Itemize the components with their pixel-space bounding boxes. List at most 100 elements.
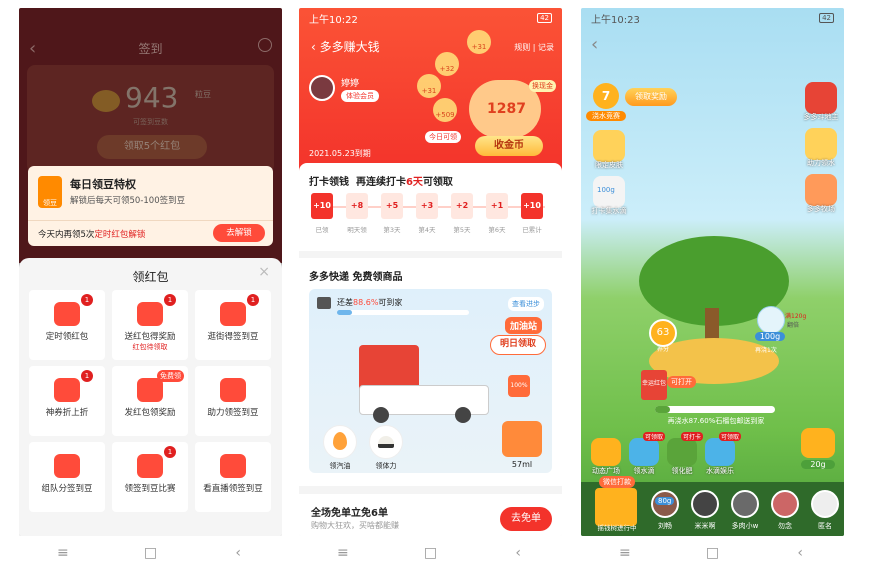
friend-water-amount: 80g bbox=[655, 497, 675, 505]
checkin-day[interactable]: +2 bbox=[451, 193, 473, 219]
nutrient-score[interactable]: 63 bbox=[649, 319, 677, 347]
kettle-amount: 20g bbox=[801, 460, 835, 469]
screen-earn-money: 上午10:22 42 ‹ 多多赚大钱 规则 | 记录 婷婷 体验会员 2021.… bbox=[299, 8, 562, 536]
back-arrow-icon[interactable]: ‹ bbox=[591, 34, 598, 55]
item-label: 神券折上折 bbox=[45, 408, 89, 418]
back-arrow-icon[interactable]: ‹ bbox=[311, 40, 320, 54]
redpacket-item[interactable]: 组队分签到豆 bbox=[29, 442, 105, 512]
checkin-day[interactable]: +10 bbox=[521, 193, 543, 219]
tree-water-sub: 再浇1次 bbox=[755, 347, 777, 354]
ranch-icon[interactable] bbox=[805, 174, 837, 206]
rice-ball-icon[interactable] bbox=[369, 425, 403, 459]
menu-icon[interactable]: ≡ bbox=[53, 545, 73, 561]
unlock-button[interactable]: 去解锁 bbox=[213, 224, 265, 242]
back-icon[interactable]: ‹ bbox=[228, 545, 248, 561]
collect-coins-button[interactable]: 收金币 bbox=[475, 136, 543, 156]
swap-cash-link[interactable]: 换现金 bbox=[529, 80, 556, 92]
home-icon[interactable]: □ bbox=[702, 545, 722, 561]
friend-avatar[interactable] bbox=[691, 490, 719, 518]
count-badge: 1 bbox=[164, 294, 176, 306]
close-icon[interactable]: × bbox=[258, 264, 270, 280]
fuel-label: 领汽油 bbox=[329, 462, 351, 470]
free-tag: 免费领 bbox=[157, 370, 184, 382]
checkin-day[interactable]: +8 bbox=[346, 193, 368, 219]
avatar[interactable] bbox=[309, 75, 335, 101]
trophy-icon bbox=[54, 454, 80, 478]
water-bubble-icon[interactable] bbox=[757, 306, 785, 334]
redpacket-item[interactable]: 神券折上折 1 bbox=[29, 366, 105, 436]
privilege-desc: 解锁后每天可领50-100签到豆 bbox=[70, 196, 186, 206]
bottom-action-icon[interactable] bbox=[591, 438, 621, 466]
checkin-water-label: 打卡集水滴 bbox=[591, 207, 627, 215]
lucky-redbag-icon[interactable]: 幸运红包 bbox=[641, 370, 667, 400]
coin-bubble[interactable]: +32 bbox=[435, 52, 459, 76]
coin-bubble[interactable]: +31 bbox=[417, 74, 441, 98]
redpacket-item[interactable]: 看直播领签到豆 bbox=[195, 442, 271, 512]
redpacket-item[interactable]: 定时领红包 1 bbox=[29, 290, 105, 360]
checkin-section: 打卡领钱 再连续打卡6天可领取 +10 已领 +8 明天领 +5 第3天 +3 第4天 +2 第5… bbox=[299, 163, 562, 251]
nav-bar-3: ≡ □ ‹ bbox=[581, 538, 844, 568]
friend-avatar[interactable] bbox=[771, 490, 799, 518]
screen-signin: ‹ 签到 943 粒豆 可签到豆数 领取5个红包 领豆 每日领豆特权 解锁后每天… bbox=[19, 8, 282, 536]
checkin-day[interactable]: +5 bbox=[381, 193, 403, 219]
battery-icon: 42 bbox=[537, 13, 552, 23]
redpacket-item[interactable]: 助力领签到豆 bbox=[195, 366, 271, 436]
friend-avatar[interactable] bbox=[811, 490, 839, 518]
tree-water: 100g bbox=[755, 332, 785, 341]
menu-icon[interactable]: ≡ bbox=[615, 545, 635, 561]
coin-bubble[interactable]: +31 bbox=[467, 30, 491, 54]
checkin-day[interactable]: +1 bbox=[486, 193, 508, 219]
level-badge[interactable]: 7 bbox=[593, 83, 619, 109]
nutrient-label: 养分 bbox=[656, 346, 669, 353]
user-name: 婷婷 bbox=[341, 79, 360, 89]
checkin-day-label: 已累计 bbox=[522, 226, 542, 234]
menu-icon[interactable]: ≡ bbox=[333, 545, 353, 561]
item-label: 定时领红包 bbox=[45, 332, 89, 342]
redpacket-item[interactable]: 逛街得签到豆 1 bbox=[195, 290, 271, 360]
delivery-progress bbox=[337, 310, 469, 315]
unlock-hint: 今天内再领5次定时红包解锁 bbox=[38, 230, 146, 240]
back-icon[interactable]: ‹ bbox=[508, 545, 528, 561]
rules-link[interactable]: 规则 | 记录 bbox=[514, 42, 554, 53]
claim-reward-button[interactable]: 领取奖励 bbox=[625, 88, 677, 106]
bottom-action-icon[interactable] bbox=[667, 438, 697, 466]
tomorrow-claim-button[interactable]: 明日领取 bbox=[490, 335, 546, 355]
earn-header: 上午10:22 42 ‹ 多多赚大钱 规则 | 记录 婷婷 体验会员 2021.… bbox=[299, 8, 562, 173]
ranch-label: 多多牧场 bbox=[807, 205, 835, 213]
kettle-icon[interactable] bbox=[801, 428, 835, 458]
item-label: 发红包领奖励 bbox=[124, 408, 176, 418]
bottom-action-icon[interactable] bbox=[705, 438, 735, 466]
redpacket-item[interactable]: 发红包领奖励 免费领 bbox=[112, 366, 188, 436]
gas-station-sign: 加油站 bbox=[504, 317, 542, 334]
friend-avatar[interactable] bbox=[731, 490, 759, 518]
home-icon[interactable]: □ bbox=[420, 545, 440, 561]
free-order-button[interactable]: 去免单 bbox=[500, 507, 552, 531]
back-icon[interactable]: ‹ bbox=[790, 545, 810, 561]
wechat-pay-tag: 微信打款 bbox=[599, 476, 635, 488]
view-progress-link[interactable]: 查看进步 bbox=[508, 297, 544, 311]
bottom-action-icon[interactable] bbox=[629, 438, 659, 466]
checkin-day[interactable]: +3 bbox=[416, 193, 438, 219]
redpacket-item[interactable]: 送红包得奖励 红包待领取 1 bbox=[112, 290, 188, 360]
checkin-day-label: 第6天 bbox=[488, 226, 506, 234]
redpacket-item[interactable]: 领签到豆比赛 1 bbox=[112, 442, 188, 512]
page-title: 多多赚大钱 bbox=[319, 40, 380, 54]
skin-icon[interactable] bbox=[593, 130, 625, 162]
hand-icon bbox=[220, 378, 246, 402]
item-label: 助力领签到豆 bbox=[207, 408, 259, 418]
fuel-can-icon[interactable] bbox=[502, 421, 542, 457]
fuel-drop-icon[interactable] bbox=[323, 425, 357, 459]
privilege-icon: 领豆 bbox=[38, 176, 62, 208]
coin-bubble[interactable]: +509 bbox=[433, 98, 457, 122]
status-time: 上午10:23 bbox=[591, 14, 640, 26]
money-tree-icon[interactable] bbox=[595, 488, 637, 526]
landlord-icon[interactable] bbox=[805, 82, 837, 114]
checkin-day-label: 第3天 bbox=[383, 226, 401, 234]
checkin-day[interactable]: +10 bbox=[311, 193, 333, 219]
home-icon[interactable]: □ bbox=[140, 545, 160, 561]
bottom-action-label: 领水滴 bbox=[633, 467, 655, 475]
openable-tag: 可打开 bbox=[667, 376, 696, 388]
help-water-icon[interactable] bbox=[805, 128, 837, 160]
bag-icon bbox=[220, 302, 246, 326]
express-title: 多多快递 免费领商品 bbox=[309, 272, 403, 283]
